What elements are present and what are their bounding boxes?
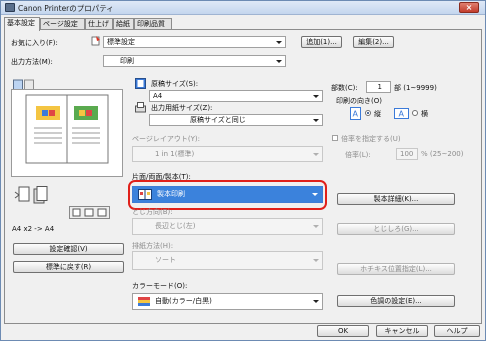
chevron-down-icon: [313, 225, 319, 228]
chevron-down-icon: [313, 119, 319, 122]
zoom-scale-range: % (25~200): [421, 150, 464, 158]
chevron-down-icon: [276, 60, 282, 63]
color-mode-value: 自動(カラー/白黒): [155, 297, 212, 305]
output-paper-dropdown[interactable]: 原稿サイズと同じ: [149, 114, 323, 126]
chevron-down-icon: [313, 95, 319, 98]
binding-margin-button[interactable]: とじしろ(G)...: [337, 223, 455, 235]
favorites-label: お気に入り(F):: [11, 39, 58, 47]
help-button[interactable]: ヘルプ: [434, 325, 480, 337]
output-paper-icon: [135, 102, 146, 113]
portrait-label: 縦: [374, 110, 381, 118]
original-size-value: A4: [153, 92, 163, 100]
confirm-settings-button[interactable]: 設定確認(V): [13, 243, 124, 255]
preview-toolbar-icon[interactable]: [69, 206, 110, 219]
zoom-checkbox[interactable]: [332, 135, 338, 141]
page-layout-label: ページレイアウト(Y):: [132, 135, 200, 143]
sort-value: ソート: [155, 256, 176, 264]
original-size-dropdown[interactable]: A4: [149, 90, 323, 102]
booklet-preview-image: [25, 94, 109, 164]
edit-favorite-button[interactable]: 編集(2)...: [353, 36, 394, 48]
title-bar: Canon Printerのプロパティ ×: [1, 1, 485, 15]
duplex-value: 製本印刷: [157, 190, 185, 198]
page-layout-dropdown[interactable]: 1 in 1(標準): [132, 146, 323, 162]
sort-dropdown[interactable]: ソート: [132, 251, 323, 270]
copies-range: 部 (1~9999): [394, 84, 437, 92]
booklet-icon: [138, 189, 152, 200]
orientation-label: 印刷の向き(O): [336, 97, 382, 105]
chevron-down-icon: [313, 259, 319, 262]
page-layout-value: 1 in 1(標準): [155, 150, 195, 158]
color-mode-icon: [138, 297, 150, 306]
stapled-pages-icon: [14, 186, 48, 204]
sort-label: 排紙方法(H):: [132, 242, 174, 250]
original-size-icon: [135, 78, 146, 89]
output-method-value: 印刷: [120, 57, 134, 65]
output-method-dropdown[interactable]: 印刷: [103, 55, 286, 67]
page-preview: [11, 89, 123, 177]
zoom-scale-value: 100: [400, 150, 414, 158]
svg-text:A: A: [353, 110, 359, 119]
zoom-checkbox-label: 倍率を指定する(U): [341, 135, 401, 143]
printer-icon: [5, 3, 15, 12]
favorites-value: 標準設定: [107, 38, 135, 46]
original-size-label: 原稿サイズ(S):: [151, 80, 199, 88]
color-settings-button[interactable]: 色調の設定(E)...: [337, 295, 455, 307]
output-paper-value: 原稿サイズと同じ: [190, 116, 246, 124]
preview-caption: A4 x2 -> A4: [12, 225, 55, 233]
binding-label: とじ方向(B):: [132, 208, 173, 216]
portrait-radio[interactable]: [365, 110, 371, 116]
window-title: Canon Printerのプロパティ: [18, 4, 114, 13]
copies-value: 1: [377, 83, 382, 91]
svg-text:A: A: [399, 110, 405, 119]
chevron-down-icon: [276, 41, 282, 44]
favorites-dropdown[interactable]: 標準設定: [103, 36, 286, 48]
chevron-down-icon: [312, 193, 318, 196]
chevron-down-icon: [313, 153, 319, 156]
duplex-dropdown[interactable]: 製本印刷: [132, 186, 323, 203]
color-mode-dropdown[interactable]: 自動(カラー/白黒): [132, 293, 323, 310]
output-paper-label: 出力用紙サイズ(Z):: [151, 104, 213, 112]
landscape-label: 横: [421, 110, 428, 118]
landscape-icon: A: [394, 108, 409, 119]
close-button[interactable]: ×: [459, 2, 479, 13]
zoom-scale-stepper[interactable]: 100: [396, 148, 418, 160]
staple-position-button[interactable]: ホチキス位置指定(L)...: [337, 263, 455, 275]
color-mode-label: カラーモード(O):: [132, 282, 188, 290]
copies-stepper[interactable]: 1: [366, 81, 391, 93]
landscape-radio[interactable]: [412, 110, 418, 116]
add-favorite-button[interactable]: 追加(1)...: [301, 36, 342, 48]
copies-label: 部数(C):: [331, 84, 358, 92]
tab-basic[interactable]: 基本設定: [4, 17, 40, 31]
binding-value: 長辺とじ(左): [155, 222, 196, 230]
restore-defaults-button[interactable]: 標準に戻す(R): [13, 261, 124, 273]
binding-dropdown[interactable]: 長辺とじ(左): [132, 218, 323, 235]
ok-button[interactable]: OK: [317, 325, 369, 337]
output-method-label: 出力方法(M):: [11, 58, 53, 66]
chevron-down-icon: [313, 300, 319, 303]
portrait-icon: A: [350, 107, 361, 120]
printer-properties-window: Canon Printerのプロパティ × 基本設定 ページ設定 仕上げ 給紙 …: [0, 0, 486, 341]
favorites-icon: [91, 36, 100, 46]
booklet-details-button[interactable]: 製本詳細(K)...: [337, 193, 455, 205]
zoom-scale-label: 倍率(L):: [345, 151, 371, 159]
cancel-button[interactable]: キャンセル: [376, 325, 428, 337]
